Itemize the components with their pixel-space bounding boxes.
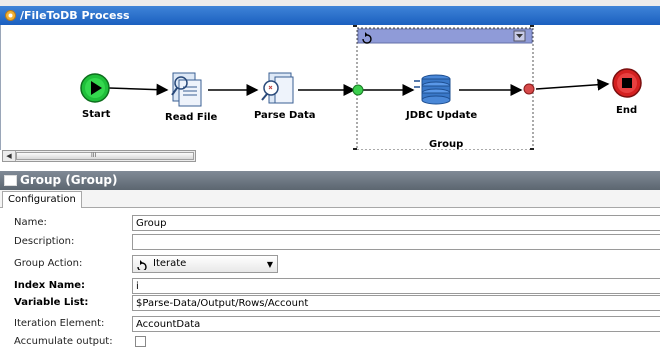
group-action-select[interactable]: Iterate ▼ — [132, 255, 278, 273]
row-group-action: Group Action: Iterate ▼ — [0, 254, 660, 274]
index-name-label: Index Name: — [14, 280, 86, 291]
description-field[interactable] — [132, 234, 660, 250]
process-icon — [5, 10, 16, 21]
iteration-element-label: Iteration Element: — [14, 318, 105, 329]
process-canvas[interactable]: Start Read File Parse Data JDBC Update E… — [0, 25, 660, 150]
group-end-port[interactable] — [523, 83, 535, 95]
row-description: Description: — [0, 232, 660, 252]
connector-start-readfile — [108, 83, 169, 96]
description-label: Description: — [14, 236, 75, 247]
panel-tabs: Configuration — [0, 190, 660, 208]
jdbc-icon[interactable] — [414, 74, 451, 105]
dropdown-icon: ▼ — [266, 260, 273, 269]
group-start-port[interactable] — [352, 84, 364, 96]
accumulate-output-label: Accumulate output: — [14, 336, 113, 347]
name-label: Name: — [14, 217, 47, 228]
end-icon[interactable] — [612, 68, 642, 98]
iterate-icon — [137, 260, 147, 270]
canvas-horizontal-scrollbar[interactable]: ◀ III — [2, 150, 196, 162]
process-title: /FileToDB Process — [20, 9, 130, 22]
scroll-thumb[interactable] — [16, 152, 194, 160]
group-header[interactable] — [357, 28, 533, 44]
row-variable-list: Variable List: — [0, 293, 660, 313]
connector-group-end — [535, 78, 610, 91]
scroll-left-button[interactable]: ◀ — [3, 151, 16, 161]
start-label: Start — [82, 109, 111, 120]
end-label: End — [616, 105, 638, 116]
tab-configuration[interactable]: Configuration — [2, 191, 82, 208]
variable-list-label: Variable List: — [14, 297, 89, 308]
parse-data-icon[interactable] — [261, 72, 294, 104]
group-label: Group — [429, 139, 464, 150]
panel-icon — [4, 175, 17, 186]
scroll-grip: III — [91, 152, 97, 159]
group-action-value: Iterate — [153, 258, 187, 269]
index-name-field[interactable] — [132, 278, 660, 294]
name-field[interactable] — [132, 215, 660, 231]
configuration-form: Name: Description: Group Action: Iterate… — [0, 208, 660, 353]
read-file-icon[interactable] — [171, 72, 202, 107]
variable-list-field[interactable] — [132, 295, 660, 311]
process-title-bar: /FileToDB Process — [0, 6, 660, 25]
start-icon[interactable] — [80, 73, 110, 103]
row-iteration-element: Iteration Element: — [0, 314, 660, 334]
properties-panel-title: Group (Group) — [0, 171, 660, 190]
iteration-element-field[interactable] — [132, 316, 660, 332]
parse-data-label: Parse Data — [254, 110, 316, 121]
accumulate-output-checkbox[interactable] — [135, 336, 146, 347]
jdbc-update-label: JDBC Update — [406, 110, 478, 121]
process-diagram — [80, 25, 642, 150]
row-name: Name: — [0, 213, 660, 233]
group-action-label: Group Action: — [14, 258, 83, 269]
panel-title-text: Group (Group) — [20, 173, 118, 187]
read-file-label: Read File — [165, 112, 218, 123]
row-accumulate-output: Accumulate output: — [0, 332, 660, 352]
